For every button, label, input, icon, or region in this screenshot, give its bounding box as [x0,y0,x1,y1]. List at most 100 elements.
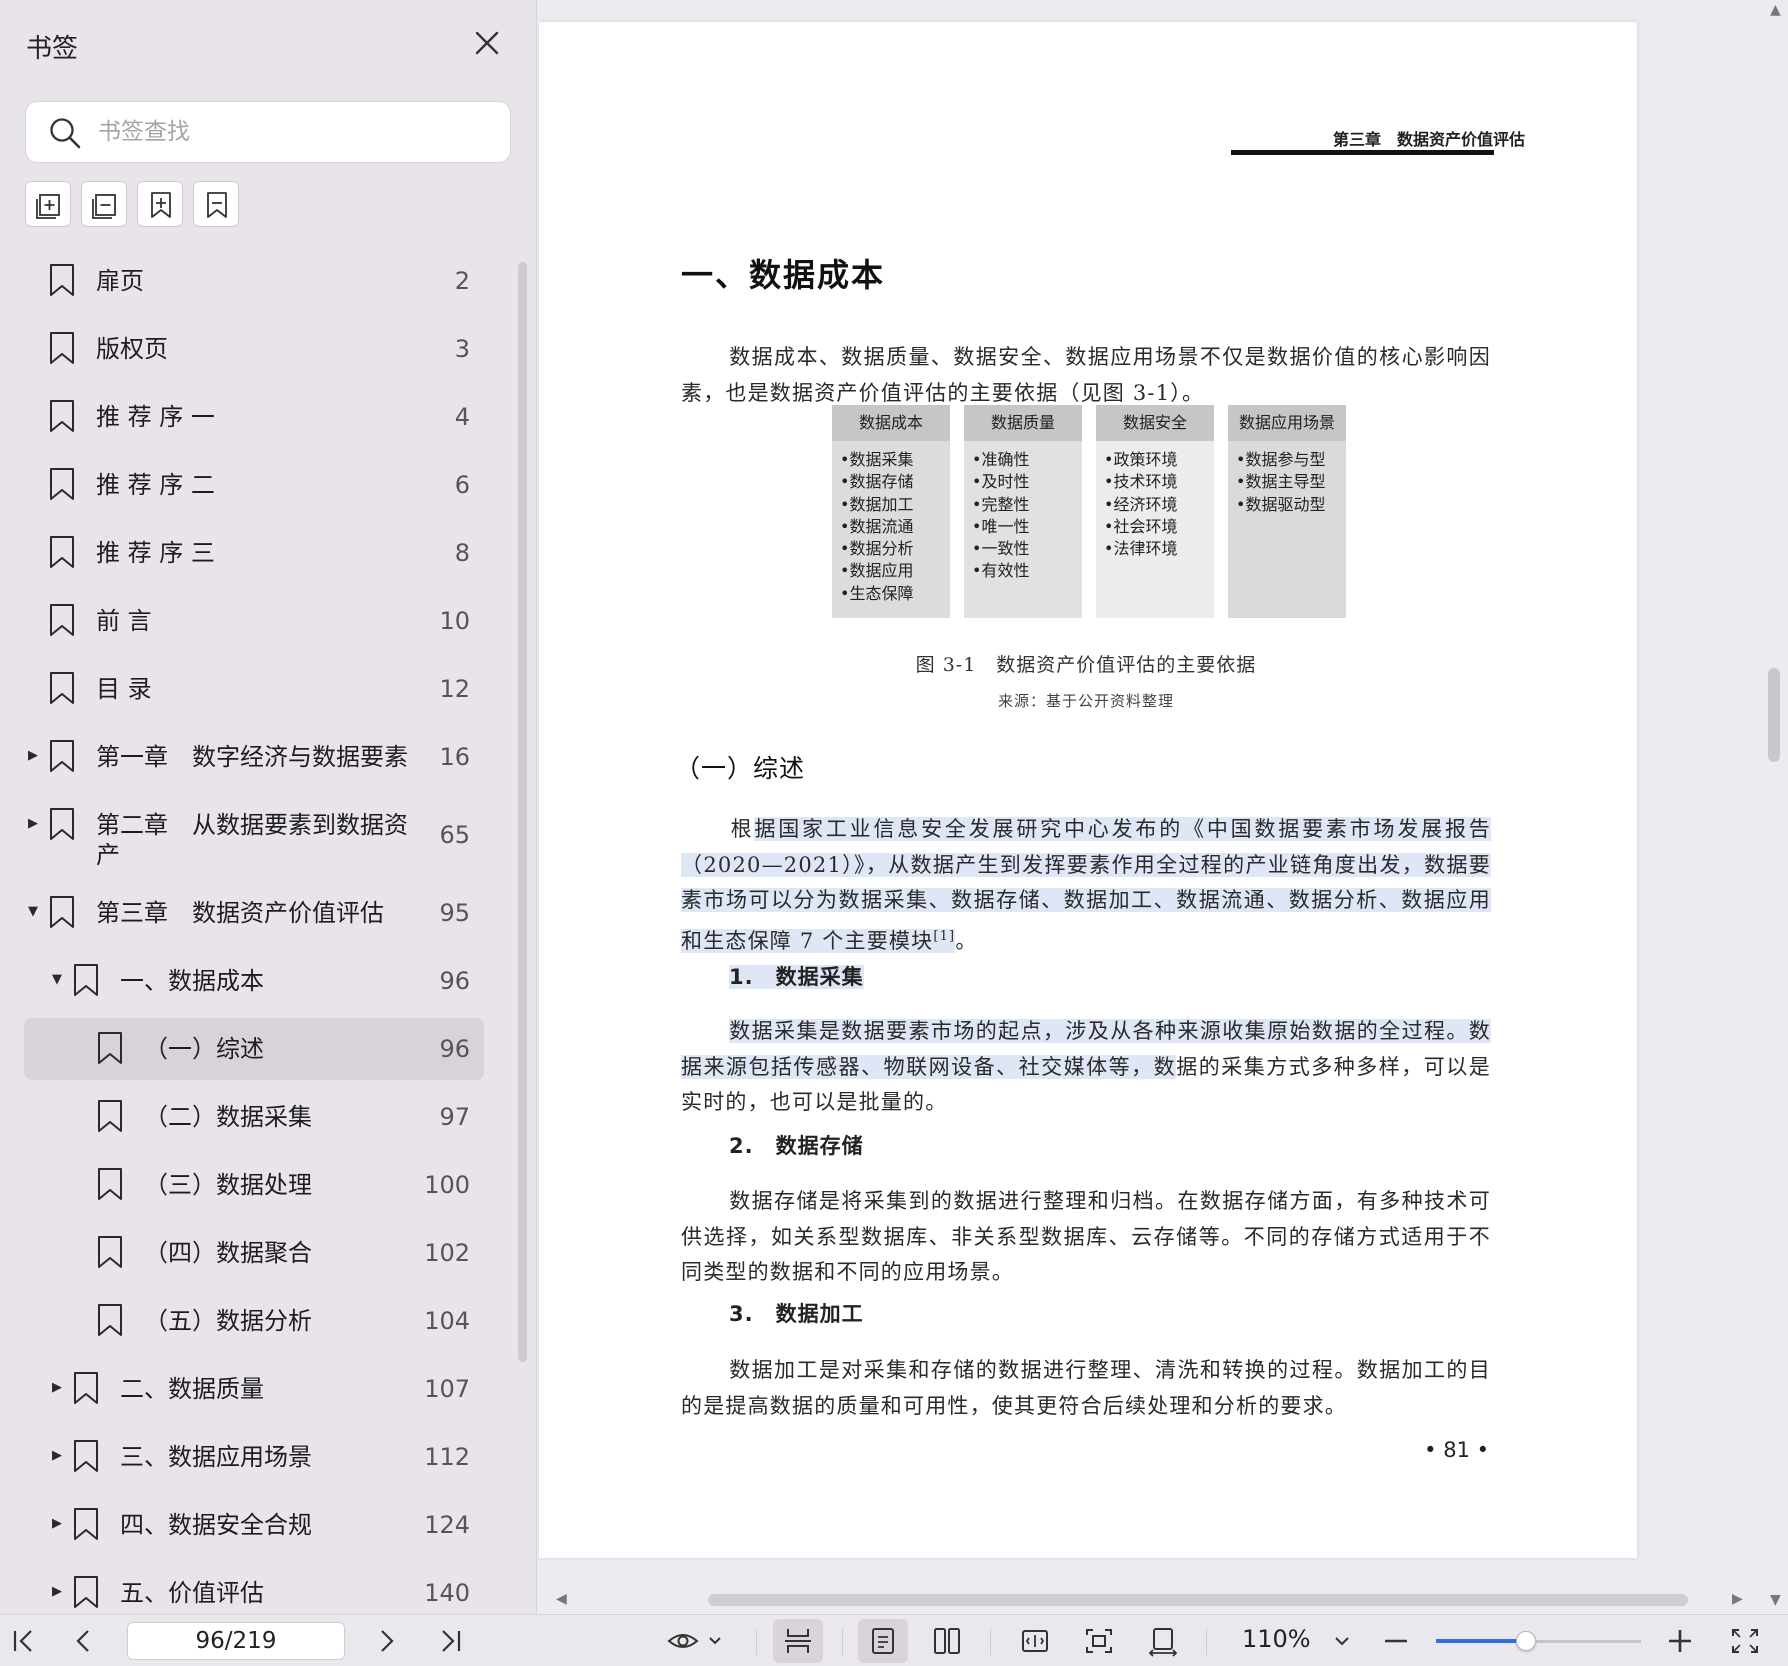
collapse-all-icon [92,194,116,219]
zoom-in-button[interactable] [1666,1625,1694,1657]
bookmark-label: （三）数据处理 [144,1171,312,1199]
collection-paragraph[interactable]: 数据采集是数据要素市场的起点，涉及从各种来源收集原始数据的全过程。数据来源包括传… [681,1014,1491,1121]
figure-item: •完整性 [972,494,1030,514]
scroll-down-arrow-icon[interactable]: ▼ [1770,1592,1781,1608]
collapse-all-button[interactable] [81,181,127,227]
bookmark-icon [96,1098,124,1134]
bookmark-search-box[interactable] [25,101,511,163]
bookmark-item[interactable]: 前 言 10 [24,590,484,652]
bookmark-item[interactable]: （二）数据采集 97 [24,1086,484,1148]
bookmark-icon [48,806,76,842]
fit-width-icon [1022,1630,1048,1652]
bookmark-item[interactable]: ▶ 第二章 从数据要素到数据资产 65 [24,794,484,876]
fit-width-button[interactable] [1020,1625,1050,1657]
bookmark-item[interactable]: 推 荐 序 一 4 [24,386,484,448]
caret-right-icon[interactable]: ▶ [52,1516,68,1532]
zoom-out-button[interactable] [1382,1625,1410,1657]
bookmark-page-number: 10 [439,607,470,635]
bookmark-item[interactable]: ▶ 五、价值评估 140 [24,1562,484,1614]
document-page: 第三章 数据资产价值评估 一、数据成本 数据成本、数据质量、数据安全、数据应用场… [539,22,1637,1558]
figure-item: •数据存储 [840,472,914,492]
bookmark-page-number: 2 [454,267,470,295]
figure-item: •数据主导型 [1236,472,1326,492]
first-page-button[interactable] [10,1625,38,1657]
bookmark-item[interactable]: （五）数据分析 104 [24,1290,484,1352]
bookmark-label: 一、数据成本 [120,967,264,995]
text-selection[interactable]: 据国家工业信息安全发展研究中心发布的《中国数据要素市场发展报告（2020—202… [681,817,1492,953]
scroll-up-arrow-icon[interactable]: ▲ [1770,2,1781,18]
bookmark-item[interactable]: 扉页 2 [24,250,484,312]
bookmark-label: 第一章 数字经济与数据要素 [96,743,408,771]
bookmark-label: （四）数据聚合 [144,1239,312,1267]
bookmark-label: 推 荐 序 一 [96,403,215,431]
sidebar-scrollbar[interactable] [518,262,527,1362]
figure-item: •唯一性 [972,516,1030,536]
bookmark-item[interactable]: ▶ 第一章 数字经济与数据要素 16 [24,726,484,788]
bookmark-label: 前 言 [96,607,152,635]
view-mode-button[interactable] [666,1625,726,1657]
actual-size-button[interactable] [1148,1625,1178,1657]
bookmark-page-number: 112 [424,1443,470,1471]
caret-right-icon[interactable]: ▶ [28,748,44,764]
figure-column-head: 数据应用场景 [1228,405,1346,441]
overview-paragraph[interactable]: 根据国家工业信息安全发展研究中心发布的《中国数据要素市场发展报告（2020—20… [681,812,1492,959]
bookmark-item[interactable]: ▼ 第三章 数据资产价值评估 95 [24,882,484,944]
caret-down-icon[interactable]: ▼ [28,904,44,920]
bookmark-item[interactable]: 版权页 3 [24,318,484,380]
last-page-button[interactable] [436,1625,464,1657]
fit-page-button[interactable] [1084,1625,1114,1657]
previous-page-button[interactable] [72,1625,96,1657]
caret-right-icon[interactable]: ▶ [52,1584,68,1600]
caret-right-icon[interactable]: ▶ [52,1380,68,1396]
bookmark-icon [72,1370,100,1406]
bookmark-page-number: 4 [454,403,470,431]
bookmark-search-input[interactable] [98,112,498,152]
figure-item: •数据流通 [840,516,914,536]
bookmark-icon [48,262,76,298]
bottom-toolbar: 96/219 110% [0,1614,1788,1666]
bookmark-item[interactable]: 推 荐 序 二 6 [24,454,484,516]
figure-item: •生态保障 [840,583,914,603]
caret-right-icon[interactable]: ▶ [52,1448,68,1464]
figure-item: •准确性 [972,450,1030,469]
scroll-left-arrow-icon[interactable]: ◀ [556,1591,567,1607]
bookmark-icon [72,962,100,998]
bookmark-item[interactable]: ▼ 一、数据成本 96 [24,950,484,1012]
document-vertical-scrollbar[interactable] [1768,668,1780,762]
bookmark-item[interactable]: 目 录 12 [24,658,484,720]
continuous-scroll-button[interactable] [783,1625,813,1657]
document-horizontal-scrollbar[interactable] [708,1594,1688,1606]
bookmark-page-number: 102 [424,1239,470,1267]
bookmark-item[interactable]: （三）数据处理 100 [24,1154,484,1216]
zoom-dropdown-button[interactable] [1332,1625,1352,1657]
caret-down-icon[interactable]: ▼ [52,972,68,988]
single-page-button[interactable] [870,1625,896,1657]
two-page-button[interactable] [932,1625,962,1657]
figure-item: •数据采集 [840,450,914,469]
bookmark-icon [48,602,76,638]
close-icon[interactable] [470,26,504,60]
scroll-right-arrow-icon[interactable]: ▶ [1732,1591,1743,1607]
expand-all-button[interactable] [25,181,71,227]
figure-item: •政策环境 [1104,450,1178,469]
bookmark-page-number: 16 [439,743,470,771]
zoom-slider-handle[interactable] [1516,1631,1537,1651]
zoom-slider-fill [1436,1639,1527,1643]
bookmark-item[interactable]: （一）综述 96 [24,1018,484,1080]
document-viewport: 第三章 数据资产价值评估 一、数据成本 数据成本、数据质量、数据安全、数据应用场… [538,0,1788,1614]
caret-right-icon[interactable]: ▶ [28,816,44,832]
fullscreen-button[interactable] [1730,1625,1760,1657]
figure-caption: 图 3-1 数据资产价值评估的主要依据 [915,654,1257,676]
bookmark-item[interactable]: ▶ 四、数据安全合规 124 [24,1494,484,1556]
bookmark-item[interactable]: 推 荐 序 三 8 [24,522,484,584]
page-number-input[interactable]: 96/219 [127,1622,345,1660]
bookmark-item[interactable]: ▶ 三、数据应用场景 112 [24,1426,484,1488]
minus-icon [1385,1639,1407,1643]
next-page-button[interactable] [374,1625,398,1657]
bookmark-item[interactable]: （四）数据聚合 102 [24,1222,484,1284]
bookmark-item[interactable]: ▶ 二、数据质量 107 [24,1358,484,1420]
remove-bookmark-button[interactable] [193,181,239,227]
zoom-level[interactable]: 110% [1242,1625,1311,1653]
add-bookmark-button[interactable] [137,181,183,227]
bookmark-page-number: 8 [454,539,470,567]
